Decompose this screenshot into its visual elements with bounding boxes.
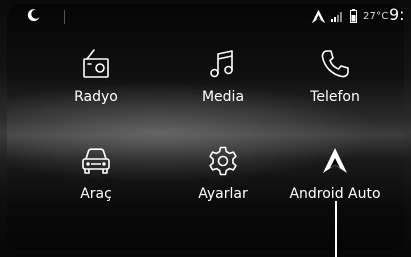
moon-icon — [27, 9, 40, 22]
radio-icon — [83, 49, 109, 78]
app-tile-radio[interactable]: Radyo — [41, 48, 151, 118]
app-label: Android Auto — [289, 186, 381, 202]
car-icon — [82, 148, 110, 174]
android-auto-icon — [311, 9, 326, 24]
callout-line — [335, 201, 337, 257]
android-auto-icon — [323, 148, 347, 173]
temperature: 27°C — [363, 11, 389, 22]
phone-icon — [321, 50, 349, 78]
signal-icon — [331, 12, 342, 22]
status-bar: 27°C 9:20 — [7, 4, 404, 30]
gear-icon — [209, 146, 237, 176]
app-label: Telefon — [310, 89, 360, 105]
app-tile-phone[interactable]: Telefon — [280, 48, 390, 118]
app-label: Ayarlar — [198, 186, 248, 202]
head-unit-screen: 27°C 9:20 Radyo — [0, 0, 411, 257]
app-tile-car[interactable]: Araç — [41, 145, 151, 215]
clock: 9:20 — [389, 5, 404, 24]
app-tile-settings[interactable]: Ayarlar — [168, 145, 278, 215]
app-label: Araç — [80, 186, 112, 202]
home-screen: 27°C 9:20 Radyo — [7, 4, 404, 251]
app-label: Radyo — [74, 89, 118, 105]
battery-icon — [350, 9, 357, 23]
music-note-icon — [210, 50, 233, 78]
status-divider — [64, 10, 65, 24]
app-label: Media — [201, 89, 245, 105]
app-tile-media[interactable]: Media — [168, 48, 278, 118]
